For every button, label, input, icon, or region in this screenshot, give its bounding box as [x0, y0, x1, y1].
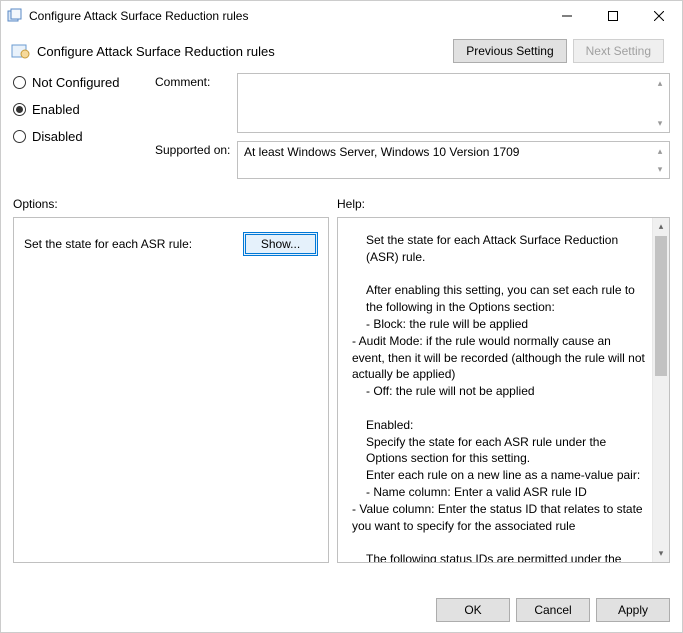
policy-category-icon: [11, 43, 31, 59]
apply-button[interactable]: Apply: [596, 598, 670, 622]
scroll-down-icon[interactable]: ▾: [653, 162, 667, 176]
help-text: - Value column: Enter the status ID that…: [352, 501, 645, 535]
titlebar: Configure Attack Surface Reduction rules: [1, 1, 682, 31]
scroll-up-icon[interactable]: ▴: [653, 218, 669, 235]
help-text: After enabling this setting, you can set…: [352, 282, 645, 316]
ok-button[interactable]: OK: [436, 598, 510, 622]
help-section-label: Help:: [337, 197, 365, 211]
scroll-up-icon[interactable]: ▴: [653, 144, 667, 158]
radio-enabled[interactable]: Enabled: [13, 102, 155, 117]
scroll-up-icon[interactable]: ▴: [653, 76, 667, 90]
next-setting-button: Next Setting: [573, 39, 664, 63]
asr-rule-state-label: Set the state for each ASR rule:: [24, 237, 243, 251]
help-text: - Off: the rule will not be applied: [352, 383, 645, 400]
help-text: - Block: the rule will be applied: [352, 316, 645, 333]
radio-icon: [13, 103, 26, 116]
comment-label: Comment:: [155, 73, 237, 89]
policy-title: Configure Attack Surface Reduction rules: [37, 44, 453, 59]
radio-label: Not Configured: [32, 75, 119, 90]
options-panel: Set the state for each ASR rule: Show...: [13, 217, 329, 563]
radio-label: Enabled: [32, 102, 80, 117]
help-text: Specify the state for each ASR rule unde…: [352, 434, 645, 468]
policy-icon: [7, 8, 23, 24]
help-scrollbar[interactable]: ▴ ▾: [652, 218, 669, 562]
help-text: Enabled:: [352, 417, 645, 434]
comment-input[interactable]: ▴ ▾: [237, 73, 670, 133]
help-text: The following status IDs are permitted u…: [352, 551, 645, 563]
help-text: Set the state for each Attack Surface Re…: [352, 232, 645, 266]
radio-icon: [13, 130, 26, 143]
radio-label: Disabled: [32, 129, 83, 144]
show-button[interactable]: Show...: [243, 232, 318, 256]
radio-disabled[interactable]: Disabled: [13, 129, 155, 144]
supported-label: Supported on:: [155, 141, 237, 157]
radio-not-configured[interactable]: Not Configured: [13, 75, 155, 90]
help-panel: Set the state for each Attack Surface Re…: [337, 217, 670, 563]
help-text: - Name column: Enter a valid ASR rule ID: [352, 484, 645, 501]
options-section-label: Options:: [13, 197, 337, 211]
previous-setting-button[interactable]: Previous Setting: [453, 39, 566, 63]
cancel-button[interactable]: Cancel: [516, 598, 590, 622]
policy-header: Configure Attack Surface Reduction rules…: [1, 31, 682, 73]
supported-on-display: At least Windows Server, Windows 10 Vers…: [237, 141, 670, 179]
close-button[interactable]: [636, 1, 682, 31]
help-text: - Audit Mode: if the rule would normally…: [352, 333, 645, 383]
minimize-button[interactable]: [544, 1, 590, 31]
window-title: Configure Attack Surface Reduction rules: [29, 9, 544, 23]
state-radios: Not Configured Enabled Disabled: [13, 73, 155, 187]
radio-icon: [13, 76, 26, 89]
scroll-down-icon[interactable]: ▾: [653, 545, 669, 562]
scrollbar-thumb[interactable]: [655, 236, 667, 376]
maximize-button[interactable]: [590, 1, 636, 31]
help-text: Enter each rule on a new line as a name-…: [352, 467, 645, 484]
scroll-down-icon[interactable]: ▾: [653, 116, 667, 130]
